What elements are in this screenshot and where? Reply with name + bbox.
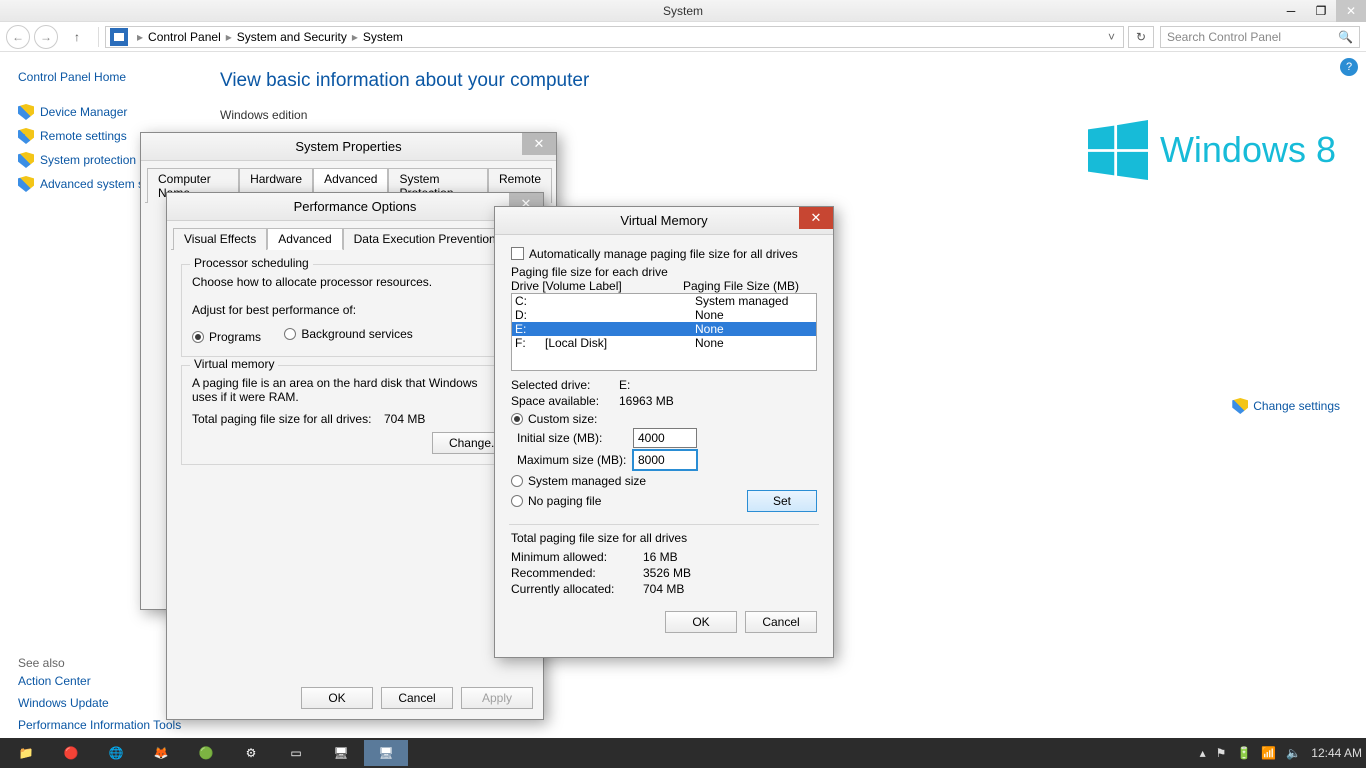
sidebar-item-device-manager[interactable]: Device Manager xyxy=(18,100,190,124)
crumb-2[interactable]: System xyxy=(361,30,405,44)
drive-row[interactable]: C:System managed xyxy=(512,294,816,308)
close-icon[interactable]: ✕ xyxy=(799,207,833,229)
search-icon[interactable]: 🔍 xyxy=(1338,30,1353,44)
vm-desc: A paging file is an area on the hard dis… xyxy=(192,376,492,404)
cancel-button[interactable]: Cancel xyxy=(381,687,453,709)
minimize-button[interactable]: ─ xyxy=(1276,0,1306,22)
processor-scheduling-group: Processor scheduling Choose how to alloc… xyxy=(181,264,529,357)
col-pfs: Paging File Size (MB) xyxy=(683,279,799,293)
system-properties-title[interactable]: System Properties ✕ xyxy=(141,133,556,161)
back-button[interactable]: ← xyxy=(6,25,30,49)
pfs-label: Paging file size for each drive xyxy=(511,265,823,279)
tray-volume-icon[interactable]: 🔈 xyxy=(1286,746,1301,760)
chevron-down-icon[interactable]: ˅ xyxy=(1106,30,1117,44)
performance-tabs: Visual Effects Advanced Data Execution P… xyxy=(171,227,539,250)
proc-desc: Choose how to allocate processor resourc… xyxy=(192,275,518,289)
refresh-button[interactable]: ↻ xyxy=(1128,26,1154,48)
tab-dep[interactable]: Data Execution Prevention xyxy=(343,228,507,250)
performance-options-dialog: Performance Options ✕ Visual Effects Adv… xyxy=(166,192,544,720)
taskbar-app-3[interactable]: ⚙ xyxy=(229,740,273,766)
initial-size-field: Initial size (MB): xyxy=(505,428,823,448)
seealso-perf-info-tools[interactable]: Performance Information Tools xyxy=(18,714,190,736)
tray-chevron-icon[interactable]: ▴ xyxy=(1200,746,1206,760)
main-content: View basic information about your comput… xyxy=(220,70,1366,122)
close-icon[interactable]: ✕ xyxy=(522,133,556,155)
shield-icon xyxy=(18,152,34,168)
tray-clock[interactable]: 12:44 AM xyxy=(1311,746,1362,760)
shield-icon xyxy=(18,128,34,144)
radio-programs[interactable]: Programs xyxy=(192,330,261,344)
taskbar-app-2[interactable]: 🌐 xyxy=(94,740,138,766)
initial-size-input[interactable] xyxy=(633,428,697,448)
see-also-heading: See also xyxy=(18,656,190,670)
window-title: System xyxy=(663,4,703,18)
taskbar-app-5[interactable]: 🖥 xyxy=(319,740,363,766)
shield-icon xyxy=(1232,398,1248,414)
nav-bar: ← → ↑ ▸ Control Panel ▸ System and Secur… xyxy=(0,22,1366,52)
ok-button[interactable]: OK xyxy=(665,611,737,633)
maximize-button[interactable]: ❐ xyxy=(1306,0,1336,22)
taskbar[interactable]: 📁 🔴 🌐 🦊 🟢 ⚙ ▭ 🖥 🖥 ▴ ⚑ 🔋 📶 🔈 12:44 AM xyxy=(0,738,1366,768)
maximum-size-input[interactable] xyxy=(633,450,697,470)
adjust-label: Adjust for best performance of: xyxy=(192,303,518,317)
change-settings-link[interactable]: Change settings xyxy=(1232,398,1340,414)
chevron-right-icon[interactable]: ▸ xyxy=(223,30,235,44)
radio-background-services[interactable]: Background services xyxy=(284,327,412,341)
cancel-button[interactable]: Cancel xyxy=(745,611,817,633)
maximum-size-field: Maximum size (MB): xyxy=(505,450,823,470)
crumb-1[interactable]: System and Security xyxy=(235,30,349,44)
col-drive: Drive [Volume Label] xyxy=(511,279,683,293)
radio-custom-size[interactable]: Custom size: xyxy=(511,412,597,426)
auto-manage-checkbox[interactable]: Automatically manage paging file size fo… xyxy=(511,247,823,261)
seealso-action-center[interactable]: Action Center xyxy=(18,670,190,692)
seealso-windows-update[interactable]: Windows Update xyxy=(18,692,190,714)
control-panel-home-link[interactable]: Control Panel Home xyxy=(18,66,190,88)
windows8-brand: Windows 8 xyxy=(1088,120,1336,180)
chevron-right-icon[interactable]: ▸ xyxy=(349,30,361,44)
windows8-text: Windows 8 xyxy=(1160,129,1336,171)
crumb-0[interactable]: Control Panel xyxy=(146,30,223,44)
window-title-bar: System ─ ❐ ✕ xyxy=(0,0,1366,22)
ok-button[interactable]: OK xyxy=(301,687,373,709)
control-panel-icon xyxy=(110,28,128,46)
total-pf-label: Total paging file size for all drives xyxy=(511,531,817,545)
taskbar-app-active[interactable]: 🖥 xyxy=(364,740,408,766)
tab-visual-effects[interactable]: Visual Effects xyxy=(173,228,267,250)
tray-battery-icon[interactable]: 🔋 xyxy=(1236,746,1251,760)
tray-wifi-icon[interactable]: 📶 xyxy=(1261,746,1276,760)
tab-advanced[interactable]: Advanced xyxy=(267,228,342,250)
windows-logo-icon xyxy=(1088,120,1148,180)
search-input[interactable]: Search Control Panel 🔍 xyxy=(1160,26,1360,48)
taskbar-app-4[interactable]: ▭ xyxy=(274,740,318,766)
virtual-memory-dialog: Virtual Memory ✕ Automatically manage pa… xyxy=(494,206,834,658)
shield-icon xyxy=(18,176,34,192)
performance-options-title[interactable]: Performance Options ✕ xyxy=(167,193,543,221)
checkbox-icon xyxy=(511,247,524,260)
drive-row[interactable]: F:[Local Disk]None xyxy=(512,336,816,350)
search-placeholder: Search Control Panel xyxy=(1167,30,1338,44)
taskbar-app-1[interactable]: 🔴 xyxy=(49,740,93,766)
virtual-memory-title[interactable]: Virtual Memory ✕ xyxy=(495,207,833,235)
tray-flag-icon[interactable]: ⚑ xyxy=(1216,746,1227,760)
taskbar-chrome[interactable]: 🟢 xyxy=(184,740,228,766)
up-button[interactable]: ↑ xyxy=(66,30,88,44)
close-button[interactable]: ✕ xyxy=(1336,0,1366,22)
virtual-memory-group: Virtual memory A paging file is an area … xyxy=(181,365,529,465)
radio-system-managed[interactable]: System managed size xyxy=(511,474,646,488)
radio-no-paging-file[interactable]: No paging file xyxy=(511,494,601,508)
set-button[interactable]: Set xyxy=(747,490,817,512)
taskbar-firefox[interactable]: 🦊 xyxy=(139,740,183,766)
chevron-right-icon[interactable]: ▸ xyxy=(134,30,146,44)
forward-button[interactable]: → xyxy=(34,25,58,49)
drive-row[interactable]: D:None xyxy=(512,308,816,322)
address-bar[interactable]: ▸ Control Panel ▸ System and Security ▸ … xyxy=(105,26,1124,48)
drive-row[interactable]: E:None xyxy=(512,322,816,336)
page-heading: View basic information about your comput… xyxy=(220,70,1366,92)
taskbar-file-explorer[interactable]: 📁 xyxy=(4,740,48,766)
shield-icon xyxy=(18,104,34,120)
apply-button[interactable]: Apply xyxy=(461,687,533,709)
drive-list[interactable]: C:System managedD:NoneE:NoneF:[Local Dis… xyxy=(511,293,817,371)
